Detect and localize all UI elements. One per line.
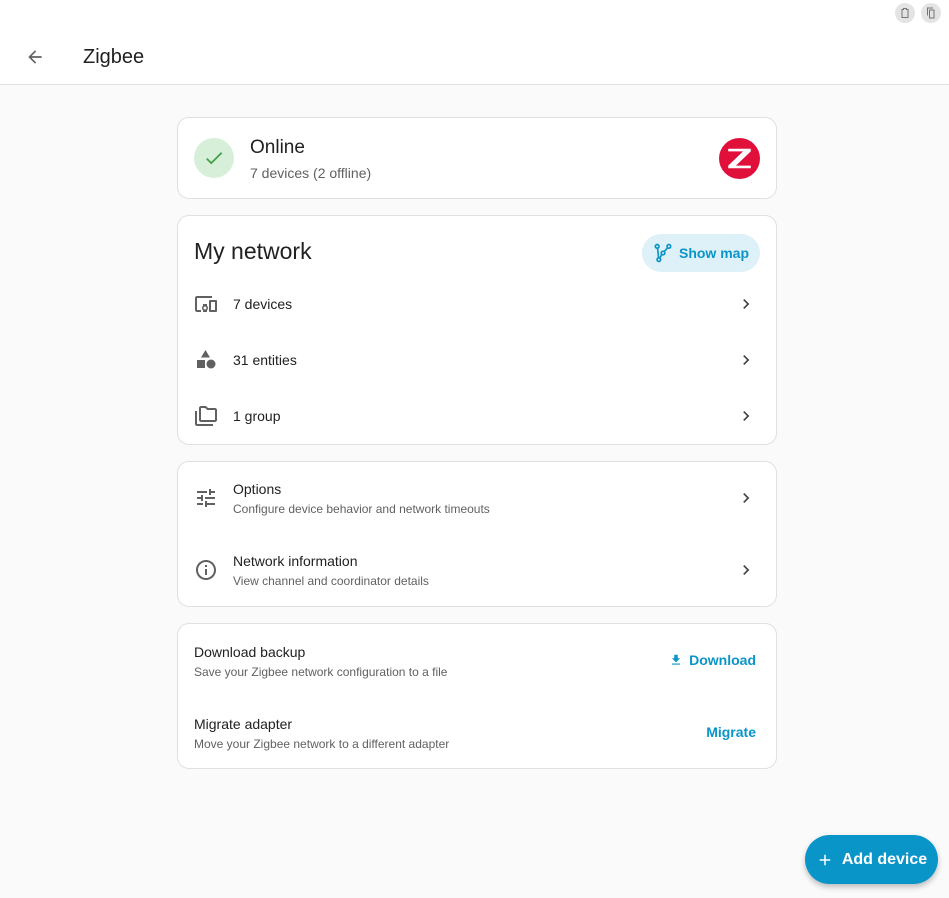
backup-card: Download backup Save your Zigbee network…: [177, 623, 777, 769]
migrate-button-label: Migrate: [706, 724, 756, 740]
chevron-right-icon: [736, 488, 756, 508]
options-label: Options: [233, 481, 282, 497]
top-app-bar: Zigbee: [0, 0, 949, 85]
network-item-label: 31 entities: [233, 352, 297, 368]
download-backup-description: Save your Zigbee network configuration t…: [194, 665, 448, 679]
network-item-label: 7 devices: [233, 296, 293, 312]
add-device-button[interactable]: Add device: [805, 835, 938, 884]
download-button-label: Download: [689, 652, 756, 668]
zigbee-logo-icon: [719, 138, 760, 179]
folders-icon: [194, 404, 218, 428]
check-icon: [206, 152, 223, 165]
download-backup-title: Download backup: [194, 644, 306, 660]
network-item-entities[interactable]: 31 entities: [178, 332, 776, 388]
show-map-label: Show map: [678, 245, 749, 261]
download-backup-row: Download backup Save your Zigbee network…: [178, 624, 776, 696]
status-title: Online: [250, 137, 305, 158]
my-network-card: My network Show map 7 devices 31 entitie…: [177, 215, 777, 445]
page-title: Zigbee: [83, 46, 145, 68]
clipboard-icon[interactable]: [895, 3, 915, 23]
graph-icon: [654, 243, 672, 263]
status-card: Online 7 devices (2 offline): [177, 117, 777, 199]
migrate-adapter-description: Move your Zigbee network to a different …: [194, 737, 450, 751]
tune-icon: [194, 486, 218, 510]
settings-card: Options Configure device behavior and ne…: [177, 461, 777, 607]
network-item-groups[interactable]: 1 group: [178, 388, 776, 444]
options-description: Configure device behavior and network ti…: [233, 502, 490, 516]
info-icon: [194, 558, 218, 582]
copy-icon[interactable]: [921, 3, 941, 23]
chevron-right-icon: [736, 560, 756, 580]
add-device-label: Add device: [841, 850, 928, 868]
status-subtitle: 7 devices (2 offline): [250, 165, 372, 181]
migrate-adapter-row: Migrate adapter Move your Zigbee network…: [178, 696, 776, 768]
migrate-adapter-title: Migrate adapter: [194, 716, 293, 732]
online-status-indicator: [194, 138, 234, 178]
arrow-left-icon: [28, 50, 42, 64]
download-icon: [672, 654, 681, 665]
corner-toolbar: [895, 3, 941, 23]
chevron-right-icon: [736, 406, 756, 426]
plus-icon: [819, 854, 831, 865]
network-item-label: 1 group: [233, 408, 281, 424]
download-button[interactable]: Download: [669, 648, 756, 672]
network-information-description: View channel and coordinator details: [233, 574, 429, 588]
network-item-devices[interactable]: 7 devices: [178, 276, 776, 332]
show-map-button[interactable]: Show map: [642, 234, 760, 272]
network-information-label: Network information: [233, 553, 358, 569]
chevron-right-icon: [736, 350, 756, 370]
back-button[interactable]: [20, 42, 50, 72]
network-title: My network: [194, 238, 312, 264]
options-item[interactable]: Options Configure device behavior and ne…: [178, 462, 776, 534]
chevron-right-icon: [736, 294, 756, 314]
migrate-button[interactable]: Migrate: [706, 720, 756, 744]
shapes-icon: [194, 348, 218, 372]
network-information-item[interactable]: Network information View channel and coo…: [178, 534, 776, 606]
devices-icon: [194, 292, 218, 316]
